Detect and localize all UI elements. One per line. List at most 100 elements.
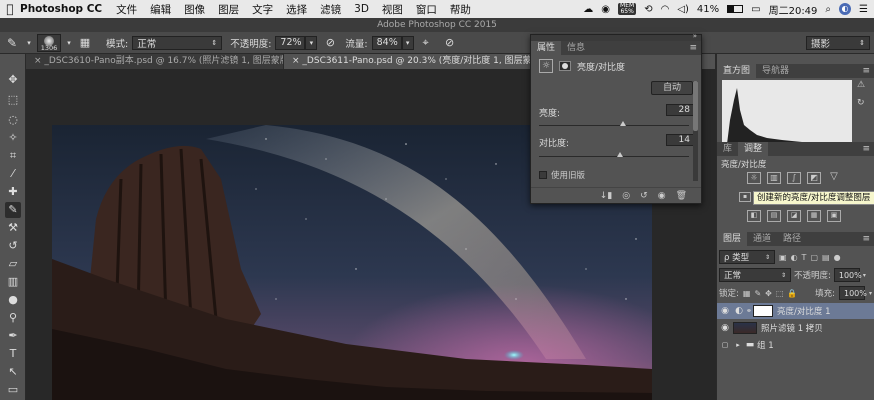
tab-adjustments[interactable]: 调整 [738,142,769,156]
eye-icon[interactable]: ◉ [717,306,733,316]
menu-type[interactable]: 文字 [252,2,273,17]
layer-name[interactable]: 组 1 [757,339,774,351]
fill-input[interactable]: 100% [838,286,867,300]
lock-position-icon[interactable]: ✥ [765,289,772,298]
filter-toggle-icon[interactable]: ● [834,253,841,262]
gradient-tool-icon[interactable]: ▥ [5,274,21,290]
history-brush-tool-icon[interactable]: ↺ [5,238,21,254]
tab-properties[interactable]: 属性 [531,41,562,55]
cloud-icon[interactable]: ☁ [583,4,593,15]
airbrush-icon[interactable]: ⌖ [414,36,438,50]
auto-button[interactable]: 自动 [651,81,693,95]
invert-icon[interactable]: ◧ [747,210,761,222]
flow-input[interactable]: 84% [371,35,402,50]
delete-icon[interactable]: 🗑 [676,191,687,201]
pressure-opacity-icon[interactable]: ⊘ [317,36,343,49]
lock-artboard-icon[interactable]: ⬚ [776,289,784,298]
panel-menu-icon[interactable]: ≡ [862,144,870,154]
type-tool-icon[interactable]: T [5,346,21,362]
eye-icon[interactable]: ◉ [717,323,733,333]
app-menu[interactable]: Photoshop CC [20,3,102,15]
blur-tool-icon[interactable]: ● [5,292,21,308]
lasso-tool-icon[interactable]: ◌ [5,112,21,128]
panel-menu-icon[interactable]: ≡ [862,234,870,244]
menu-view[interactable]: 视图 [382,2,403,17]
list-icon[interactable]: ☰ [859,4,868,15]
search-icon[interactable]: ⌕ [825,4,831,15]
pen-tool-icon[interactable]: ✒ [5,328,21,344]
tab-navigator[interactable]: 导航器 [756,64,795,78]
reset-icon[interactable]: ↺ [640,191,648,201]
brightness-input[interactable]: 28 [666,104,694,116]
menu-select[interactable]: 选择 [286,2,307,17]
eraser-tool-icon[interactable]: ▱ [5,256,21,272]
threshold-icon[interactable]: ◪ [787,210,801,222]
brush-tool-icon[interactable]: ✎ [0,36,24,50]
filter-smart-icon[interactable]: ▤ [822,253,830,262]
memory-indicator[interactable]: MEM 65% [618,3,637,15]
pressure-size-icon[interactable]: ⊘ [438,36,462,49]
contrast-input[interactable]: 14 [666,134,694,146]
layer-row[interactable]: ◉ 照片滤镜 1 拷贝 [717,320,874,336]
filter-pixel-icon[interactable]: ▣ [779,253,787,262]
menu-edit[interactable]: 编辑 [150,2,171,17]
sync-icon[interactable]: ⟲ [644,4,652,15]
move-tool-icon[interactable]: ✥ [5,72,21,88]
exposure-icon[interactable]: ◩ [807,172,821,184]
display-icon[interactable]: ▭ [751,4,760,15]
panel-grip[interactable]: » [531,32,701,41]
view-previous-icon[interactable]: ◎ [622,191,630,201]
contrast-slider-thumb[interactable] [617,152,623,157]
posterize-icon[interactable]: ▤ [767,210,781,222]
clone-stamp-tool-icon[interactable]: ⚒ [5,220,21,236]
lock-transparency-icon[interactable]: ▦ [743,289,751,298]
eyedropper-tool-icon[interactable]: ⁄ [5,166,21,182]
menu-filter[interactable]: 滤镜 [320,2,341,17]
menu-layer[interactable]: 图层 [218,2,239,17]
lock-all-icon[interactable]: 🔒 [787,289,797,298]
curves-icon[interactable]: ∫ [787,172,801,184]
tab-layers[interactable]: 图层 [717,232,748,246]
refresh-icon[interactable]: ↻ [857,98,865,108]
battery-icon[interactable] [727,5,744,13]
menu-3d[interactable]: 3D [354,3,369,15]
volume-icon[interactable]: ◁) [677,4,689,15]
panel-scrollbar[interactable] [693,81,698,181]
filter-type-icon[interactable]: T [802,253,807,262]
tab-paths[interactable]: 路径 [777,232,807,246]
menu-help[interactable]: 帮助 [450,2,471,17]
workspace-select[interactable]: 摄影 ⇕ [806,36,870,50]
layer-opacity-input[interactable]: 100% [833,268,862,282]
wifi-icon[interactable]: ◠ [661,4,670,15]
lock-pixels-icon[interactable]: ✎ [754,289,761,298]
brush-preset-picker[interactable]: 1306 [37,33,61,52]
clock[interactable]: 周二20:49 [769,2,818,17]
doc-tab-1[interactable]: × _DSC3610-Pano副本.psd @ 16.7% (照片滤镜 1, 图… [26,54,284,69]
checkbox-box[interactable] [539,171,547,179]
filter-adjust-icon[interactable]: ◐ [791,253,798,262]
adjust-icon[interactable]: ▪ [739,192,751,202]
opacity-input[interactable]: 72% [275,35,306,50]
fill-dropdown[interactable]: ▾ [869,290,872,297]
chain-icon[interactable]: ⚭ [745,307,753,315]
close-icon[interactable]: × [292,56,300,66]
mode-select[interactable]: 正常 ⇕ [132,35,223,50]
healing-brush-tool-icon[interactable]: ✚ [5,184,21,200]
layers-icon[interactable]: ◉ [601,4,610,15]
tab-info[interactable]: 信息 [561,41,591,55]
menu-window[interactable]: 窗口 [416,2,437,17]
user-icon[interactable]: ◐ [839,3,852,15]
opacity-dropdown[interactable]: ▾ [305,35,318,50]
brush-panel-icon[interactable]: ▦ [74,36,96,49]
panel-menu-icon[interactable]: ≡ [689,43,697,53]
warning-icon[interactable]: ⚠ [857,80,865,90]
contrast-slider-track[interactable] [539,156,689,157]
layer-opacity-dropdown[interactable]: ▾ [863,272,866,279]
layer-filter-select[interactable]: ρ 类型 ⇕ [719,250,775,264]
dodge-tool-icon[interactable]: ⚲ [5,310,21,326]
selective-color-icon[interactable]: ▣ [827,210,841,222]
chevron-down-icon[interactable]: ▾ [24,39,34,47]
layer-name[interactable]: 照片滤镜 1 拷贝 [761,322,823,334]
path-select-tool-icon[interactable]: ↖ [5,364,21,380]
layer-row[interactable]: ▢ ▸ ▬ 组 1 [717,337,874,353]
